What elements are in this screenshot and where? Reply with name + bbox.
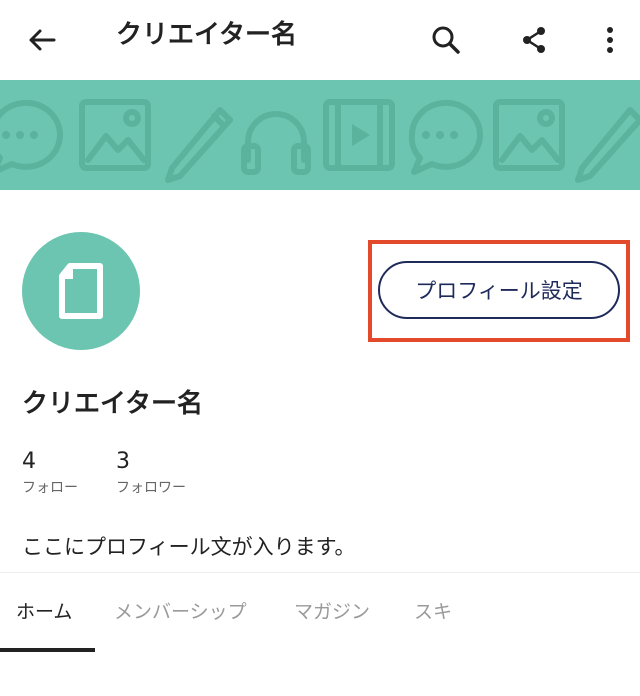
back-button[interactable] xyxy=(14,12,70,68)
tab-membership[interactable]: メンバーシップ xyxy=(114,598,247,626)
profile-banner xyxy=(0,80,640,190)
chat-bubble-icon xyxy=(0,99,63,173)
search-icon xyxy=(432,26,460,54)
follower-label: フォロワー xyxy=(116,480,186,496)
app-bar: クリエイター名 xyxy=(0,0,640,80)
divider xyxy=(0,572,640,573)
share-icon xyxy=(523,27,545,53)
follow-count: 4 xyxy=(22,449,36,474)
page-title: クリエイター名 xyxy=(116,20,297,50)
pencil-icon xyxy=(575,107,640,183)
headphones-icon xyxy=(241,111,311,175)
note-document-icon xyxy=(59,263,103,319)
profile-bio: ここにプロフィール文が入ります。 xyxy=(22,535,356,559)
banner-pattern xyxy=(0,99,640,183)
share-button[interactable] xyxy=(506,12,562,68)
pencil-icon xyxy=(165,107,233,183)
follow-stat[interactable]: 4 フォロー xyxy=(22,448,78,498)
avatar[interactable] xyxy=(22,232,140,350)
follow-label: フォロー xyxy=(22,480,78,496)
tab-likes[interactable]: スキ xyxy=(414,598,452,626)
profile-settings-button[interactable]: プロフィール設定 xyxy=(378,261,620,319)
chat-bubble-icon xyxy=(408,99,483,175)
more-vertical-icon xyxy=(607,27,613,53)
tab-magazine[interactable]: マガジン xyxy=(294,598,370,626)
search-button[interactable] xyxy=(418,12,474,68)
film-icon xyxy=(323,99,395,171)
arrow-left-icon xyxy=(29,29,56,51)
creator-profile-screen: クリエイター名 プロフィール設定 クリエイター名 4 フォロー 3 フォロワー … xyxy=(0,0,640,696)
creator-name: クリエイター名 xyxy=(22,389,203,419)
tab-home[interactable]: ホーム xyxy=(16,598,72,626)
follower-stat[interactable]: 3 フォロワー xyxy=(116,448,186,498)
active-tab-indicator xyxy=(0,648,95,652)
image-icon xyxy=(79,99,151,171)
more-options-button[interactable] xyxy=(582,12,638,68)
follower-count: 3 xyxy=(116,449,130,474)
image-icon xyxy=(493,99,565,171)
